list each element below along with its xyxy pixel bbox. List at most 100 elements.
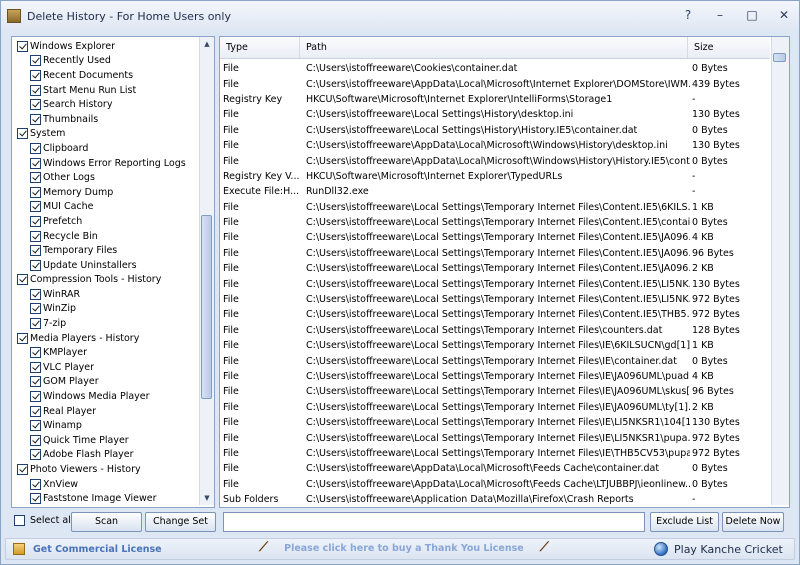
list-row[interactable]: File C:\Users\istoffreeware\Local Setting… bbox=[220, 246, 770, 261]
list-row[interactable]: File C:\Users\istoffreeware\AppData\Local… bbox=[220, 461, 770, 476]
tree-checkbox[interactable] bbox=[30, 347, 41, 359]
tree-item[interactable]: Recent Documents bbox=[12, 68, 198, 83]
list-row[interactable]: File C:\Users\istoffreeware\Local Setting… bbox=[220, 400, 770, 415]
tree-checkbox[interactable] bbox=[30, 493, 41, 505]
tree-group[interactable]: Media Players - History bbox=[12, 331, 198, 346]
tree-checkbox[interactable] bbox=[30, 376, 41, 388]
tree-item[interactable]: Search History bbox=[12, 97, 198, 112]
tree-checkbox[interactable] bbox=[30, 84, 41, 96]
filter-input[interactable] bbox=[223, 512, 645, 532]
tree-item[interactable]: MUI Cache bbox=[12, 200, 198, 215]
maximize-button[interactable]: □ bbox=[745, 8, 759, 22]
list-row[interactable]: File C:\Users\istoffreeware\Local Setting… bbox=[220, 307, 770, 322]
commercial-license-link[interactable]: Get Commercial License bbox=[13, 543, 162, 555]
tree-item[interactable]: Recently Used bbox=[12, 54, 198, 69]
tree-item[interactable]: Real Player bbox=[12, 404, 198, 419]
tree-checkbox[interactable] bbox=[30, 361, 41, 373]
change-set-button[interactable]: Change Set bbox=[145, 512, 216, 532]
tree-item[interactable]: Temporary Files bbox=[12, 243, 198, 258]
help-button[interactable]: ? bbox=[681, 8, 695, 22]
list-row[interactable]: File C:\Users\istoffreeware\AppData\Local… bbox=[220, 138, 770, 153]
tree-group[interactable]: System bbox=[12, 127, 198, 142]
tree-checkbox[interactable] bbox=[17, 40, 28, 52]
tree-checkbox[interactable] bbox=[30, 157, 41, 169]
tree-group[interactable]: Compression Tools - History bbox=[12, 273, 198, 288]
tree-checkbox[interactable] bbox=[30, 113, 41, 125]
tree-item[interactable]: Windows Media Player bbox=[12, 389, 198, 404]
tree-checkbox[interactable] bbox=[30, 99, 41, 111]
exclude-list-button[interactable]: Exclude List bbox=[650, 512, 719, 532]
tree-item[interactable]: Memory Dump bbox=[12, 185, 198, 200]
tree-item[interactable]: WinZip bbox=[12, 302, 198, 317]
tree-item[interactable]: Recycle Bin bbox=[12, 229, 198, 244]
tree-group[interactable]: Photo Viewers - History bbox=[12, 462, 198, 477]
list-row[interactable]: File C:\Users\istoffreeware\Local Setting… bbox=[220, 230, 770, 245]
tree-checkbox[interactable] bbox=[17, 128, 28, 140]
scan-button[interactable]: Scan bbox=[71, 512, 142, 532]
list-row[interactable]: File C:\Users\istoffreeware\Local Setting… bbox=[220, 200, 770, 215]
tree-checkbox[interactable] bbox=[30, 186, 41, 198]
list-row[interactable]: File C:\Users\istoffreeware\AppData\Local… bbox=[220, 477, 770, 492]
list-row[interactable]: File C:\Users\istoffreeware\Local Setting… bbox=[220, 261, 770, 276]
list-scroll-thumb[interactable] bbox=[773, 53, 786, 62]
tree-scroll-thumb[interactable] bbox=[201, 215, 212, 399]
tree-checkbox[interactable] bbox=[30, 245, 41, 257]
history-list[interactable]: Type Path Size File C:\Users\istoffreewar… bbox=[219, 36, 790, 508]
scroll-up-arrow-icon[interactable]: ▲ bbox=[200, 37, 214, 51]
list-row[interactable]: File C:\Users\istoffreeware\Local Setting… bbox=[220, 276, 770, 291]
list-row[interactable]: Execute File:H... RunDll32.exe - bbox=[220, 184, 770, 199]
tree-checkbox[interactable] bbox=[17, 464, 28, 476]
tree-checkbox[interactable] bbox=[30, 69, 41, 81]
select-all-checkbox[interactable] bbox=[14, 515, 25, 526]
tree-item[interactable]: Start Menu Run List bbox=[12, 83, 198, 98]
list-row[interactable]: File C:\Users\istoffreeware\Local Setting… bbox=[220, 430, 770, 445]
list-row[interactable]: File C:\Users\istoffreeware\Local Setting… bbox=[220, 215, 770, 230]
list-row[interactable]: File C:\Users\istoffreeware\Local Setting… bbox=[220, 369, 770, 384]
tree-checkbox[interactable] bbox=[30, 449, 41, 461]
tree-item[interactable]: Winamp bbox=[12, 418, 198, 433]
list-row[interactable]: File C:\Users\istoffreeware\Local Setting… bbox=[220, 323, 770, 338]
tree-checkbox[interactable] bbox=[30, 434, 41, 446]
list-row[interactable]: File C:\Users\istoffreeware\Cookies\conta… bbox=[220, 61, 770, 76]
tree-checkbox[interactable] bbox=[30, 420, 41, 432]
column-header-size[interactable]: Size bbox=[688, 37, 770, 58]
tree-checkbox[interactable] bbox=[30, 405, 41, 417]
list-row[interactable]: File C:\Users\istoffreeware\Local Setting… bbox=[220, 384, 770, 399]
list-row[interactable]: File C:\Users\istoffreeware\Local Setting… bbox=[220, 123, 770, 138]
list-row[interactable]: File C:\Users\istoffreeware\Local Setting… bbox=[220, 353, 770, 368]
column-header-path[interactable]: Path bbox=[300, 37, 688, 58]
list-row[interactable]: File C:\Users\istoffreeware\AppData\Local… bbox=[220, 76, 770, 91]
tree-checkbox[interactable] bbox=[30, 201, 41, 213]
tree-checkbox[interactable] bbox=[30, 215, 41, 227]
list-row[interactable]: Registry Key V... HKCU\Software\Microsoft… bbox=[220, 169, 770, 184]
tree-scrollbar[interactable]: ▲ ▼ bbox=[199, 37, 214, 505]
tree-item[interactable]: Quick Time Player bbox=[12, 433, 198, 448]
tree-item[interactable]: Windows Error Reporting Logs bbox=[12, 156, 198, 171]
tree-item[interactable]: Faststone Image Viewer bbox=[12, 491, 198, 506]
select-all-option[interactable]: Select all bbox=[14, 515, 73, 526]
tree-checkbox[interactable] bbox=[30, 259, 41, 271]
tree-item[interactable]: Thumbnails bbox=[12, 112, 198, 127]
list-scrollbar[interactable] bbox=[771, 37, 789, 505]
column-header-type[interactable]: Type bbox=[220, 37, 300, 58]
tree-checkbox[interactable] bbox=[30, 478, 41, 490]
thank-you-license-link[interactable]: ⟋ Please click here to buy a Thank You L… bbox=[259, 541, 549, 554]
tree-item[interactable]: VLC Player bbox=[12, 360, 198, 375]
tree-checkbox[interactable] bbox=[30, 391, 41, 403]
tree-item[interactable]: GOM Player bbox=[12, 375, 198, 390]
tree-item[interactable]: Adobe Flash Player bbox=[12, 448, 198, 463]
minimize-button[interactable]: – bbox=[713, 8, 727, 22]
tree-checkbox[interactable] bbox=[17, 332, 28, 344]
tree-item[interactable]: WinRAR bbox=[12, 287, 198, 302]
list-row[interactable]: Registry Key HKCU\Software\Microsoft\Inte… bbox=[220, 92, 770, 107]
tree-group[interactable]: Windows Explorer bbox=[12, 39, 198, 54]
tree-item[interactable]: Clipboard bbox=[12, 141, 198, 156]
list-row[interactable]: Sub Folders C:\Users\istoffreeware\Applic… bbox=[220, 492, 770, 507]
list-row[interactable]: File C:\Users\istoffreeware\Local Setting… bbox=[220, 107, 770, 122]
close-button[interactable]: ✕ bbox=[777, 8, 791, 22]
list-row[interactable]: File C:\Users\istoffreeware\Local Setting… bbox=[220, 446, 770, 461]
tree-item[interactable]: KMPlayer bbox=[12, 345, 198, 360]
list-row[interactable]: File C:\Users\istoffreeware\Local Setting… bbox=[220, 292, 770, 307]
tree-item[interactable]: Prefetch bbox=[12, 214, 198, 229]
category-tree[interactable]: Windows Explorer Recently Used Recent Docu… bbox=[11, 36, 215, 508]
